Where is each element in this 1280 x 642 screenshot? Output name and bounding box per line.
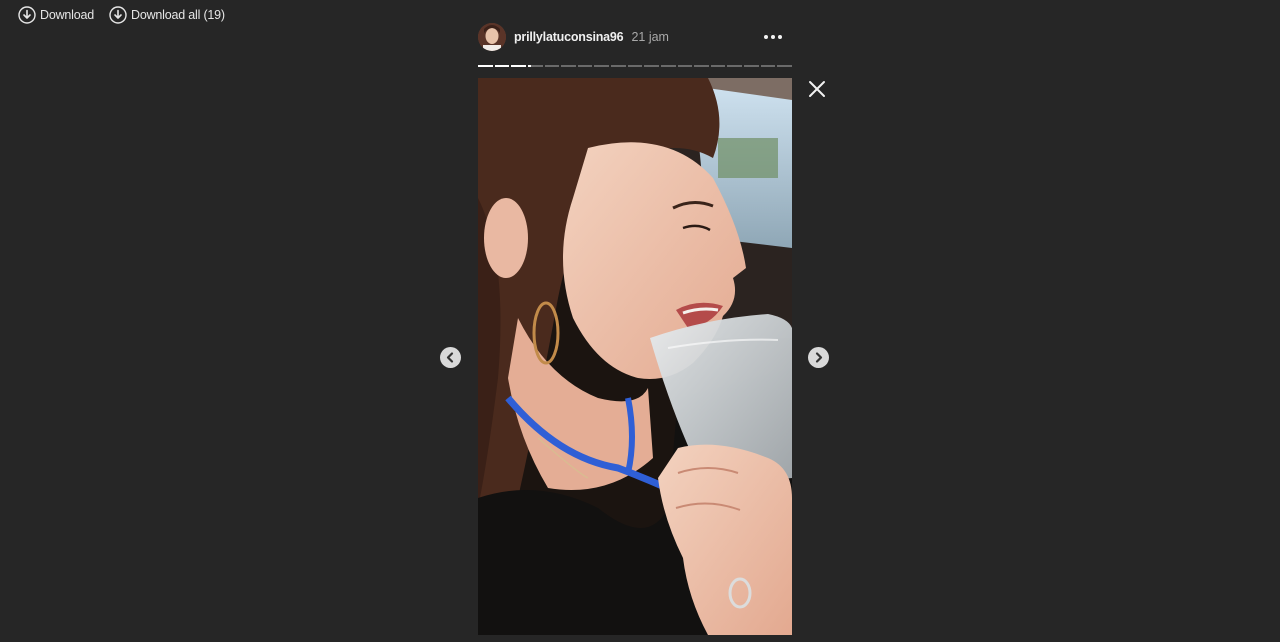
progress-segment	[760, 65, 776, 67]
progress-segment	[561, 65, 576, 67]
story-viewer: Download Download all (19) prillylatucon…	[0, 0, 1280, 642]
story-header: prillylatuconsina96 21 jam	[478, 22, 792, 52]
more-horizontal-icon-dot	[771, 35, 775, 39]
progress-segment	[660, 65, 676, 67]
close-button[interactable]	[806, 78, 828, 100]
progress-segment	[744, 65, 759, 67]
progress-segment	[494, 65, 510, 67]
username[interactable]: prillylatuconsina96	[514, 30, 624, 44]
download-circle-icon	[18, 6, 36, 24]
progress-segment	[644, 65, 659, 67]
progress-segment	[694, 65, 709, 67]
download-all-button[interactable]: Download all (19)	[109, 6, 225, 24]
progress-segment	[677, 65, 693, 67]
avatar-image	[478, 23, 506, 51]
progress-segment	[478, 65, 493, 67]
download-button[interactable]: Download	[18, 6, 94, 24]
download-all-label: Download all (19)	[131, 8, 225, 22]
avatar[interactable]	[478, 23, 506, 51]
close-icon	[809, 81, 825, 97]
progress-segment-fill	[527, 65, 531, 67]
progress-segment	[594, 65, 609, 67]
progress-segment	[777, 65, 792, 67]
progress-segment-fill	[478, 65, 493, 67]
chevron-right-icon	[815, 352, 823, 363]
progress-segment	[627, 65, 643, 67]
post-time: 21 jam	[631, 30, 669, 44]
progress-segment-fill	[511, 65, 526, 67]
progress-segment-fill	[494, 65, 510, 67]
progress-segment	[511, 65, 526, 67]
story-progress	[478, 65, 792, 67]
progress-segment	[527, 65, 543, 67]
download-label: Download	[40, 8, 94, 22]
more-horizontal-icon-dot	[778, 35, 782, 39]
chevron-left-icon	[446, 352, 454, 363]
next-story-button[interactable]	[808, 347, 829, 368]
progress-segment	[577, 65, 593, 67]
more-options-button[interactable]	[762, 31, 784, 43]
story-photo	[478, 78, 792, 635]
previous-story-button[interactable]	[440, 347, 461, 368]
story-media[interactable]	[478, 78, 792, 635]
more-horizontal-icon	[764, 35, 768, 39]
progress-segment	[544, 65, 560, 67]
progress-segment	[727, 65, 742, 67]
download-circle-icon	[109, 6, 127, 24]
progress-segment	[611, 65, 626, 67]
progress-segment	[710, 65, 726, 67]
download-toolbar: Download Download all (19)	[18, 6, 225, 24]
